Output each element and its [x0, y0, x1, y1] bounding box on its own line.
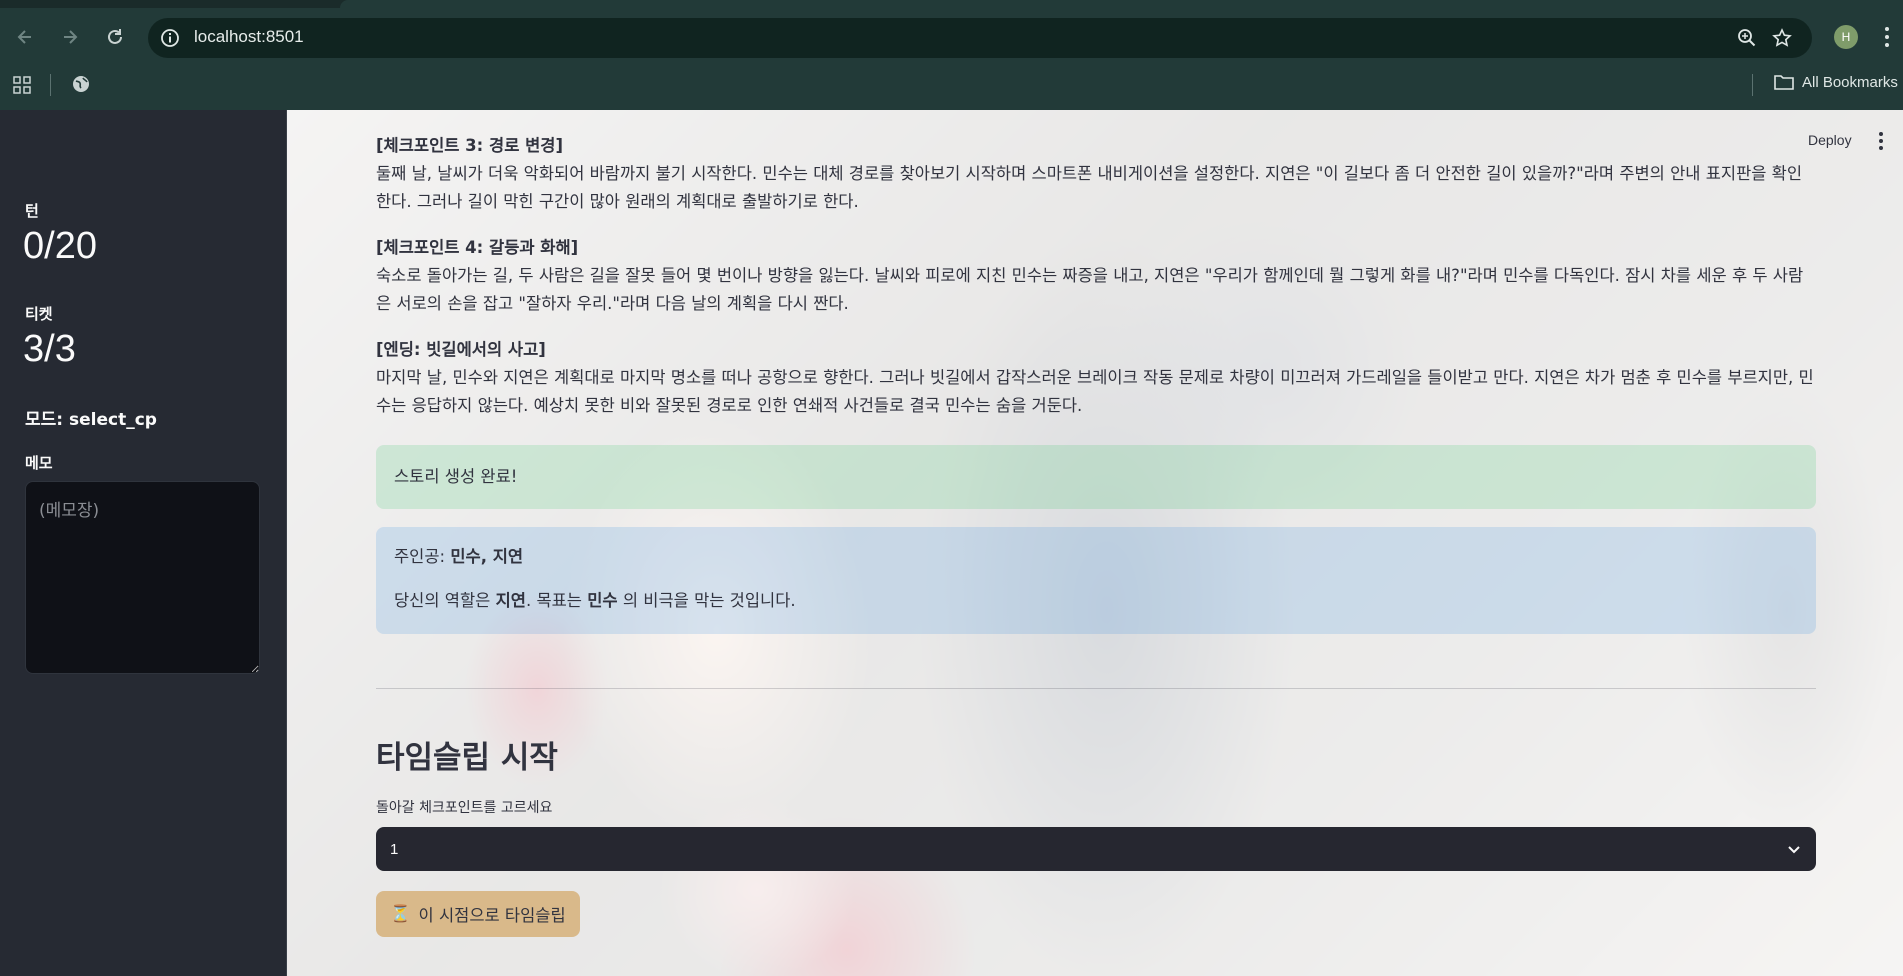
checkpoint-block: [체크포인트 3: 경로 변경] 둘째 날, 날씨가 더욱 악화되어 바람까지 … — [376, 132, 1816, 216]
bookmark-divider — [50, 74, 51, 96]
folder-icon — [1774, 75, 1794, 90]
reload-icon — [108, 29, 122, 44]
role-prefix: 당신의 역할은 — [394, 591, 496, 610]
sidebar: 턴 0/20 티켓 3/3 모드: select_cp 메모 — [0, 110, 287, 976]
globe-icon[interactable] — [71, 74, 91, 94]
reload-button[interactable] — [100, 22, 130, 52]
role-mid: . 목표는 — [525, 591, 588, 610]
checkpoint-title: [체크포인트 4: 갈등과 화해] — [376, 238, 579, 257]
checkpoint-block: [체크포인트 4: 갈등과 화해] 숙소로 돌아가는 길, 두 사람은 길을 잘… — [376, 234, 1816, 318]
hourglass-icon: ⏳ — [390, 904, 411, 923]
address-bar[interactable]: localhost:8501 — [148, 18, 1812, 58]
memo-label: 메모 — [25, 454, 53, 472]
all-bookmarks-button[interactable]: All Bookmarks — [1774, 73, 1898, 91]
memo-textarea[interactable] — [25, 481, 260, 674]
success-alert-text: 스토리 생성 완료! — [394, 467, 518, 486]
apps-grid-icon[interactable] — [12, 75, 32, 95]
checkpoint-body: 둘째 날, 날씨가 더욱 악화되어 바람까지 불기 시작한다. 민수는 대체 경… — [376, 164, 1803, 211]
timeslip-heading: 타임슬립 시작 — [376, 740, 558, 776]
all-bookmarks-label: All Bookmarks — [1802, 73, 1898, 91]
bookmark-star-icon[interactable] — [1772, 28, 1792, 48]
success-alert: 스토리 생성 완료! — [376, 445, 1816, 509]
protagonist-line: 주인공: 민수, 지연 — [394, 543, 1798, 571]
timeslip-button[interactable]: ⏳ 이 시점으로 타임슬립 — [376, 891, 580, 937]
tab-strip — [0, 0, 1903, 8]
info-alert: 주인공: 민수, 지연 당신의 역할은 지연. 목표는 민수 의 비극을 막는 … — [376, 527, 1816, 634]
target-name: 민수 — [587, 591, 618, 610]
arrow-right-icon — [64, 30, 78, 44]
active-tab-edge[interactable] — [340, 0, 1903, 8]
chevron-down-icon — [1788, 846, 1800, 854]
checkpoint-block: [엔딩: 빗길에서의 사고] 마지막 날, 민수와 지연은 계획대로 마지막 명… — [376, 336, 1816, 420]
bookmark-divider-right — [1752, 74, 1753, 96]
checkpoint-select-label: 돌아갈 체크포인트를 고르세요 — [376, 800, 553, 816]
app-menu-icon[interactable] — [1878, 131, 1884, 151]
checkpoint-select-value: 1 — [390, 840, 399, 858]
main-area: Deploy [체크포인트 3: 경로 변경] 둘째 날, 날씨가 더욱 악화되… — [287, 110, 1903, 976]
turn-value: 0/20 — [23, 225, 97, 267]
checkpoint-title: [엔딩: 빗길에서의 사고] — [376, 340, 546, 359]
browser-chrome: localhost:8501 H All Bookmarks — [0, 0, 1903, 110]
profile-avatar[interactable]: H — [1834, 25, 1858, 49]
site-info-icon[interactable] — [160, 28, 180, 48]
role-name: 지연 — [495, 591, 526, 610]
ticket-value: 3/3 — [23, 328, 76, 370]
back-button[interactable] — [10, 22, 40, 52]
zoom-icon[interactable] — [1737, 28, 1757, 48]
role-line: 당신의 역할은 지연. 목표는 민수 의 비극을 막는 것입니다. — [394, 587, 1798, 615]
checkpoint-body: 숙소로 돌아가는 길, 두 사람은 길을 잘못 들어 몇 번이나 방향을 잃는다… — [376, 266, 1804, 313]
browser-menu-icon[interactable] — [1882, 24, 1892, 50]
timeslip-button-label: 이 시점으로 타임슬립 — [418, 906, 566, 925]
checkpoint-title: [체크포인트 3: 경로 변경] — [376, 136, 564, 155]
forward-button[interactable] — [55, 22, 85, 52]
section-divider — [376, 688, 1816, 689]
role-suffix: 의 비극을 막는 것입니다. — [617, 591, 796, 610]
protagonist-prefix: 주인공: — [394, 547, 451, 566]
protagonist-names: 민수, 지연 — [450, 547, 524, 566]
arrow-left-icon — [17, 30, 31, 44]
turn-label: 턴 — [25, 202, 39, 220]
mode-text: 모드: select_cp — [25, 410, 157, 430]
checkpoint-body: 마지막 날, 민수와 지연은 계획대로 마지막 명소를 떠나 공항으로 향한다.… — [376, 368, 1814, 415]
story-content: [체크포인트 3: 경로 변경] 둘째 날, 날씨가 더욱 악화되어 바람까지 … — [376, 132, 1816, 438]
url-text[interactable]: localhost:8501 — [194, 27, 304, 47]
checkpoint-select[interactable]: 1 — [376, 827, 1816, 871]
ticket-label: 티켓 — [25, 305, 53, 323]
